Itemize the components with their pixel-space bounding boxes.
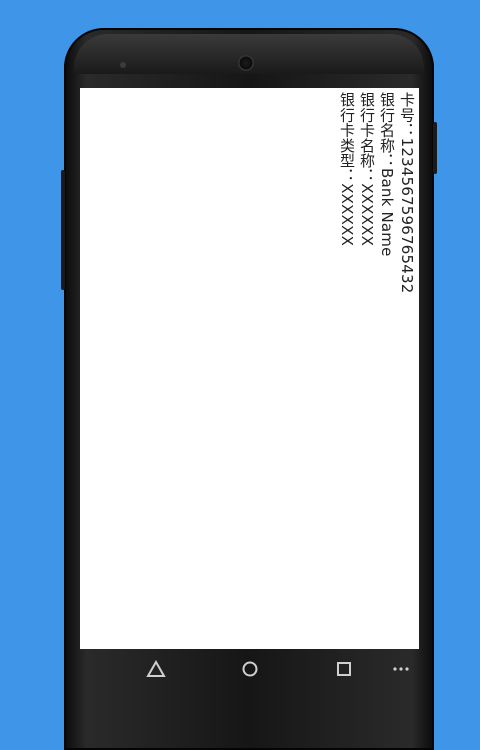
card-name-text: 银行卡名称：XXXXXX [358,92,376,247]
front-camera [238,55,254,71]
recents-button[interactable] [332,657,356,681]
home-button[interactable] [238,657,262,681]
bank-name-text: 银行名称：Bank Name [378,92,396,257]
card-info-text: 卡号：1234567596765432 银行名称：Bank Name 银行卡名称… [337,92,417,294]
triangle-back-icon [146,660,166,677]
card-type-text: 银行卡类型：XXXXXX [338,92,356,247]
back-button[interactable] [144,657,168,681]
proximity-sensor [120,62,126,68]
app-screen: 卡号：1234567596765432 银行名称：Bank Name 银行卡名称… [80,88,419,649]
dots-menu-icon [393,667,409,671]
volume-button [61,170,65,290]
menu-button[interactable] [389,657,413,681]
card-number-text: 卡号：1234567596765432 [398,92,416,294]
navigation-bar [80,649,419,689]
square-recents-icon [337,662,351,676]
circle-home-icon [242,661,258,677]
power-button [433,122,437,174]
